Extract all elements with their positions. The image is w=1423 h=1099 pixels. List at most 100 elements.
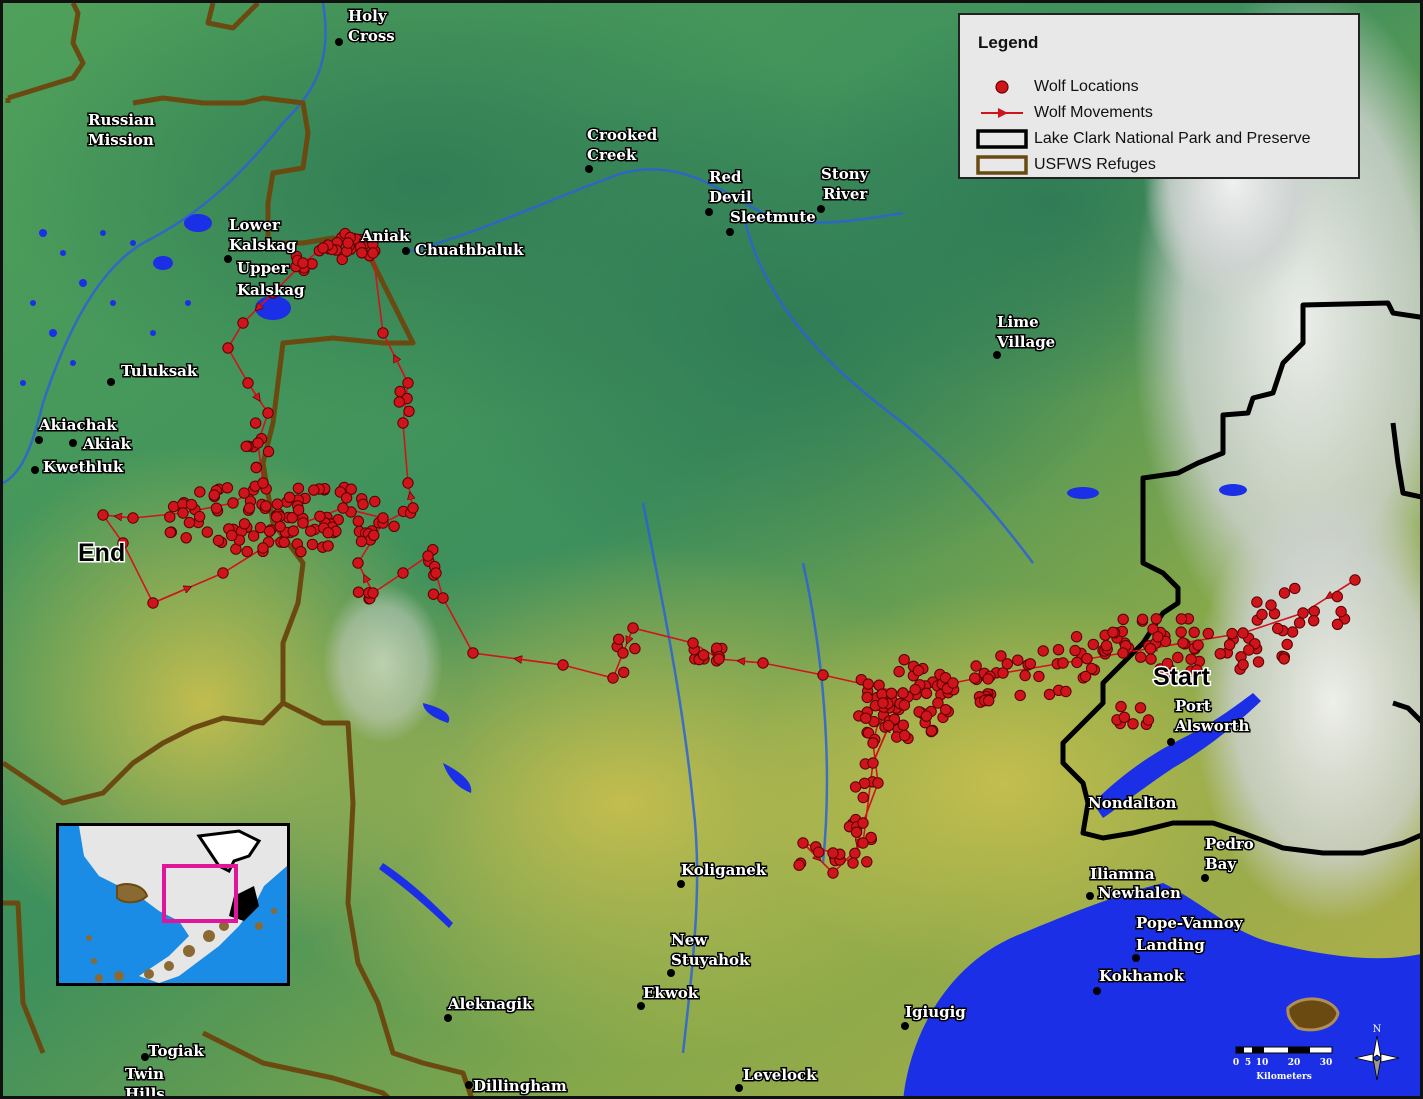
wolf-location-point (317, 242, 329, 254)
mountain-snow (323, 583, 443, 743)
svg-text:Kalskag: Kalskag (229, 236, 297, 254)
wolf-location-point (860, 712, 872, 724)
wolf-location-point (607, 672, 619, 684)
town-iliamna: Iliamna (1089, 864, 1157, 885)
wolf-location-point (1019, 669, 1031, 682)
wolf-location-point (241, 545, 253, 558)
wolf-location-point (147, 597, 159, 609)
wolf-location-point (1079, 670, 1092, 683)
wolf-location-point (827, 867, 839, 879)
wolf-location-point (1014, 689, 1026, 702)
wolf-location-point (238, 518, 251, 530)
wolf-location-point (242, 377, 254, 389)
wolf-location-point (1308, 605, 1321, 617)
end-label: End (78, 539, 125, 567)
wolf-location-point (1115, 700, 1127, 713)
wolf-location-point (227, 497, 239, 509)
wolf-location-point (847, 857, 859, 869)
lake (1219, 484, 1247, 496)
wolf-location-point (557, 659, 569, 671)
wolf-location-point (1202, 627, 1215, 640)
north-arrow-icon: N (1352, 1022, 1402, 1086)
wolf-location-point (1144, 643, 1157, 655)
svg-text:Togiak: Togiak (148, 1042, 204, 1060)
wolf-location-point (263, 525, 276, 537)
wolf-location-point (1243, 644, 1255, 656)
svg-text:Lime: Lime (997, 313, 1039, 331)
legend-item-wolf-locations: Wolf Locations (974, 75, 1139, 99)
wolf-location-point (1142, 714, 1155, 726)
wolf-location-point (1127, 718, 1139, 730)
wolf-location-point (314, 510, 326, 522)
svg-text:Upper: Upper (237, 259, 290, 277)
wolf-location-point (613, 633, 625, 645)
svg-text:Bay: Bay (1205, 855, 1237, 873)
svg-text:Kalskag: Kalskag (237, 281, 305, 299)
wolf-location-point (857, 817, 869, 829)
wolf-location-point (250, 461, 262, 474)
inset-locator-map (56, 823, 290, 986)
wolf-location-point (877, 697, 889, 709)
legend-label: Lake Clark National Park and Preserve (1034, 130, 1311, 147)
wolf-location-point (437, 592, 449, 604)
start-label: Start (1153, 663, 1211, 691)
svg-text:Koliganek: Koliganek (681, 861, 767, 879)
wolf-location-point (427, 588, 440, 600)
svg-text:Nondalton: Nondalton (1088, 794, 1176, 812)
wolf-location-point (257, 542, 269, 554)
wolf-location-point (403, 405, 415, 417)
wolf-location-point (249, 417, 262, 429)
wolf-location-point (1172, 651, 1184, 664)
wolf-location-point (861, 691, 873, 704)
wolf-location-point (1069, 644, 1081, 657)
wolf-location-point (308, 484, 320, 496)
svg-text:Port: Port (1175, 697, 1211, 715)
wolf-location-point (1175, 626, 1187, 638)
svg-text:Akiak: Akiak (82, 435, 131, 453)
wolf-location-point (352, 586, 365, 598)
wolf-location-point (377, 512, 389, 524)
wolf-location-point (920, 687, 933, 699)
wolf-location-point (1297, 607, 1309, 619)
legend-label: Wolf Movements (1034, 104, 1153, 121)
wolf-location-point (271, 498, 284, 510)
svg-text:Alsworth: Alsworth (1174, 717, 1250, 735)
svg-text:Pedro: Pedro (1205, 835, 1254, 853)
wolf-location-point (1251, 596, 1263, 608)
wolf-location-point (872, 777, 884, 789)
wolf-location-point (982, 673, 994, 685)
wolf-location-point (1033, 670, 1045, 683)
svg-text:Landing: Landing (1136, 936, 1205, 954)
svg-text:Crooked: Crooked (587, 126, 658, 144)
wolf-location-point (817, 669, 829, 681)
legend-title: Legend (978, 33, 1039, 52)
wolf-location-point (757, 657, 769, 669)
wolf-location-point (983, 695, 995, 707)
wolf-location-point (352, 557, 364, 569)
wolf-location-point (1152, 631, 1164, 643)
scale-tick: 10 (1256, 1058, 1269, 1068)
svg-text:Dillingham: Dillingham (473, 1077, 567, 1095)
wolf-location-point (857, 791, 869, 804)
wolf-location-point (849, 847, 861, 859)
wolf-location-point (920, 710, 933, 722)
wolf-location-point (969, 672, 981, 684)
wolf-location-point (430, 567, 442, 579)
wolf-location-point (337, 502, 349, 514)
wolf-location-point (356, 247, 368, 259)
town-twin-hills: Twin Hills (124, 1064, 167, 1097)
wolf-location-point (897, 719, 909, 731)
wolf-location-point (617, 647, 629, 659)
legend-label: Wolf Locations (1034, 78, 1139, 95)
wolf-location-point (627, 622, 639, 634)
wolf-location-point (1256, 608, 1268, 621)
wolf-location-point (687, 637, 699, 649)
wolf-location-point (212, 534, 225, 547)
wolf-location-point (295, 546, 307, 558)
wolf-location-point (283, 491, 296, 503)
wolf-location-point (1087, 638, 1100, 651)
svg-text:New: New (671, 931, 708, 949)
wolf-location-point (813, 846, 825, 858)
town-newhalen: Newhalen (1086, 883, 1183, 904)
scale-tick: 5 (1245, 1058, 1251, 1068)
